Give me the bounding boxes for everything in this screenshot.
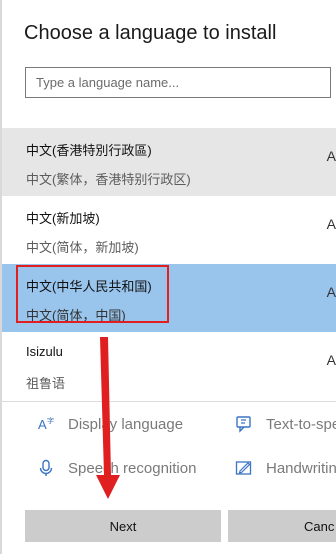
next-button[interactable]: Next bbox=[25, 510, 221, 542]
language-subtitle: 中文(简体，中国) bbox=[26, 308, 126, 323]
feature-text-to-speech: Text-to-spe bbox=[234, 414, 336, 434]
dialog-title: Choose a language to install bbox=[24, 22, 277, 44]
display-language-icon: A 字 bbox=[36, 414, 56, 434]
search-box[interactable] bbox=[25, 67, 331, 98]
language-item-zh-sg[interactable]: 中文(新加坡) 中文(简体，新加坡) A bbox=[2, 196, 336, 264]
language-search-input[interactable] bbox=[26, 68, 330, 97]
feature-label: Display language bbox=[68, 415, 184, 433]
feature-handwriting: Handwritin bbox=[234, 458, 336, 478]
language-feature-indicator: A bbox=[326, 216, 336, 232]
language-subtitle: 中文(繁体，香港特别行政区) bbox=[26, 172, 191, 187]
language-subtitle: 中文(简体，新加坡) bbox=[26, 240, 139, 255]
svg-text:字: 字 bbox=[47, 416, 54, 425]
language-feature-indicator: A bbox=[326, 284, 336, 300]
handwriting-icon bbox=[234, 458, 254, 478]
divider bbox=[0, 401, 336, 402]
feature-label: Speech recognition bbox=[68, 459, 197, 477]
language-item-zh-hk[interactable]: 中文(香港特別行政區) 中文(繁体，香港特别行政区) A bbox=[2, 128, 336, 196]
microphone-icon bbox=[36, 458, 56, 478]
feature-label: Text-to-spe bbox=[266, 415, 336, 433]
feature-display-language: A 字 Display language bbox=[36, 414, 183, 434]
language-name: 中文(新加坡) bbox=[26, 211, 100, 226]
svg-text:A: A bbox=[38, 417, 47, 432]
text-to-speech-icon bbox=[234, 414, 254, 434]
feature-label: Handwritin bbox=[266, 459, 336, 477]
language-list: 中文(香港特別行政區) 中文(繁体，香港特别行政区) A 中文(新加坡) 中文(… bbox=[2, 128, 336, 400]
language-name: Isizulu bbox=[26, 344, 63, 359]
language-name: 中文(中华人民共和国) bbox=[26, 279, 152, 294]
language-item-zu[interactable]: Isizulu 祖鲁语 A bbox=[2, 332, 336, 400]
feature-speech-recognition: Speech recognition bbox=[36, 458, 196, 478]
language-name: 中文(香港特別行政區) bbox=[26, 143, 152, 158]
language-feature-indicator: A bbox=[326, 148, 336, 164]
cancel-button[interactable]: Canc bbox=[228, 510, 336, 542]
language-feature-indicator: A bbox=[326, 352, 336, 368]
language-item-zh-cn[interactable]: 中文(中华人民共和国) 中文(简体，中国) A bbox=[2, 264, 336, 332]
language-subtitle: 祖鲁语 bbox=[26, 376, 66, 391]
